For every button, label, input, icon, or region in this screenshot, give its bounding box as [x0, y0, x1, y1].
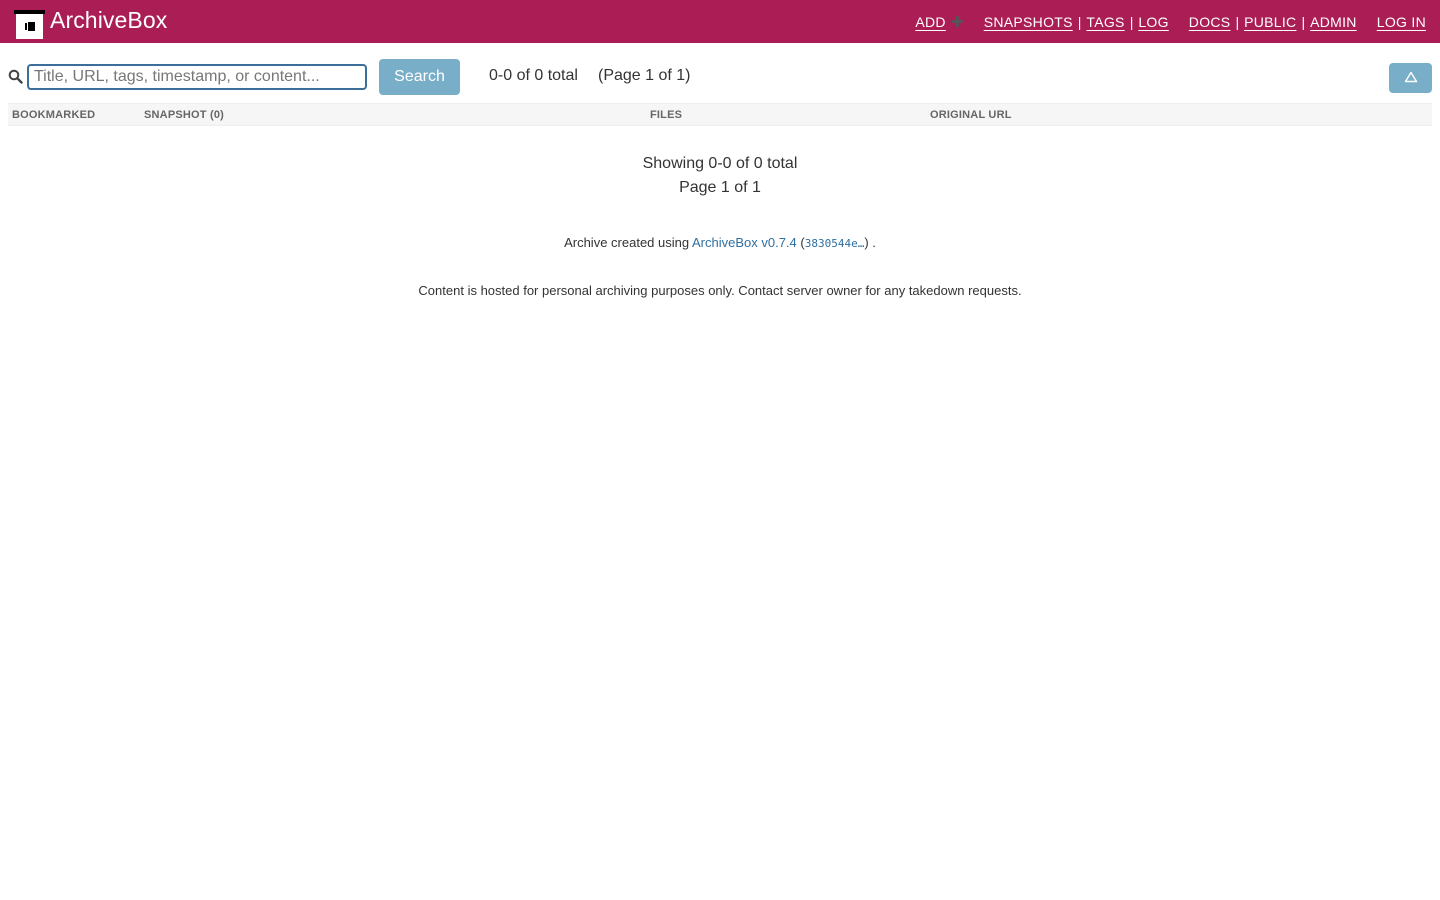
search-toolbar: Search 0-0 of 0 total (Page 1 of 1) [8, 59, 1432, 95]
nav-docs-link[interactable]: DOCS [1189, 14, 1231, 30]
result-count: 0-0 of 0 total [489, 67, 578, 84]
search-input[interactable] [27, 64, 367, 90]
nav-snapshots-link[interactable]: SNAPSHOTS [984, 14, 1073, 30]
top-nav: ADD ✚ SNAPSHOTS | TAGS | LOG DOCS | PUBLI… [915, 0, 1426, 43]
nav-log-link[interactable]: LOG [1138, 14, 1168, 30]
page-indicator: (Page 1 of 1) [598, 67, 691, 84]
column-header-files[interactable]: FILES [650, 109, 682, 121]
search-button[interactable]: Search [379, 59, 460, 95]
plus-icon: ✚ [950, 13, 964, 31]
empty-results: Showing 0-0 of 0 total Page 1 of 1 [0, 152, 1440, 200]
brand-link[interactable]: ArchiveBox [14, 0, 167, 43]
search-icon [8, 69, 23, 84]
footer-notice: Content is hosted for personal archiving… [418, 283, 1022, 298]
nav-tags-link[interactable]: TAGS [1086, 14, 1124, 30]
footer-prefix: Archive created using [564, 235, 690, 250]
commit-hash-link[interactable]: 3830544e… [805, 237, 865, 250]
brand-title: ArchiveBox [50, 7, 168, 33]
results-table-header: BOOKMARKED SNAPSHOT (0) FILES ORIGINAL U… [8, 103, 1432, 126]
column-header-snapshot[interactable]: SNAPSHOT (0) [144, 109, 224, 121]
column-header-original-url[interactable]: ORIGINAL URL [930, 109, 1012, 121]
nav-separator: | [1301, 13, 1306, 30]
nav-login-link[interactable]: LOG IN [1377, 14, 1426, 30]
nav-separator: | [1077, 13, 1082, 30]
close-paren: ) . [864, 235, 876, 250]
nav-add-label: ADD [915, 13, 946, 30]
footer-credit: Archive created using ArchiveBox v0.7.4 … [0, 235, 1440, 250]
nav-separator: | [1235, 13, 1240, 30]
nav-add-link[interactable]: ADD ✚ [915, 13, 963, 31]
triangle-icon [1404, 71, 1418, 86]
nav-public-link[interactable]: PUBLIC [1244, 14, 1296, 30]
archivebox-version-link[interactable]: ArchiveBox v0.7.4 [692, 235, 797, 250]
column-header-bookmarked[interactable]: BOOKMARKED [12, 109, 95, 121]
nav-separator: | [1129, 13, 1134, 30]
page-text: Page 1 of 1 [679, 179, 761, 196]
showing-text: Showing 0-0 of 0 total [642, 155, 798, 172]
action-button[interactable] [1389, 63, 1432, 93]
archivebox-logo-icon [14, 10, 45, 39]
nav-admin-link[interactable]: ADMIN [1310, 14, 1357, 30]
top-header: ArchiveBox ADD ✚ SNAPSHOTS | TAGS | LOG D… [0, 0, 1440, 43]
